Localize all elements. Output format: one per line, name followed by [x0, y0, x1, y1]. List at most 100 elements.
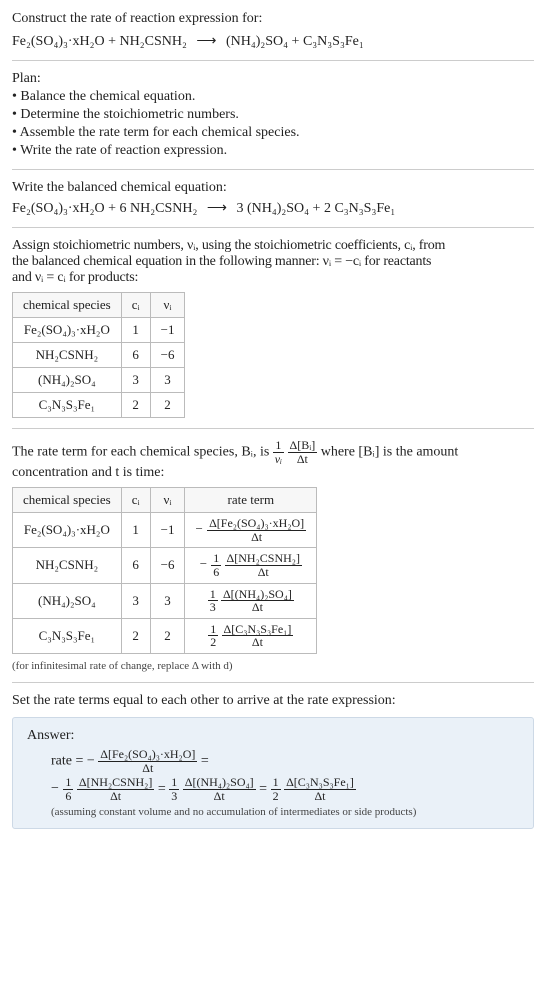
ans-eq1: =: [158, 781, 169, 796]
beq-rhs-pre1: 3: [236, 201, 247, 216]
ueq-rhs1: (NH₄)₂SO₄: [226, 34, 288, 49]
ans-l1-pre: rate = −: [51, 753, 95, 768]
cell-rate: 1 2 Δ[C₃N₃S₃Fe₁] Δt: [185, 618, 317, 653]
frac-den: 3: [169, 790, 179, 803]
cell-rate: − Δ[Fe₂(SO₄)₃·xH₂O] Δt: [185, 513, 317, 548]
ueq-plus1: +: [105, 34, 120, 49]
rate-term-text-1a: The rate term for each chemical species,…: [12, 444, 273, 459]
frac-den: 2: [208, 636, 218, 649]
arrow-icon: ⟶: [196, 33, 216, 50]
divider: [12, 227, 534, 228]
divider: [12, 60, 534, 61]
rate-term-text-2: concentration and t is time:: [12, 465, 534, 481]
beq-plus1: + 6: [105, 201, 130, 216]
frac-num: Δ[NH₂CSNH₂]: [77, 776, 154, 790]
frac-num: Δ[Bᵢ]: [288, 439, 318, 453]
answer-note: (assuming constant volume and no accumul…: [51, 806, 519, 818]
answer-line-2: − 1 6 Δ[NH₂CSNH₂] Δt = 1 3 Δ[(NH₄)₂SO₄] …: [51, 776, 519, 802]
cell-species: C₃N₃S₃Fe₁: [13, 393, 122, 418]
frac-den: Δt: [222, 636, 294, 649]
rate-term-text-1b: where [Bᵢ] is the amount: [321, 444, 459, 459]
frac-num: 1: [211, 552, 221, 566]
coef-frac: 1 3: [208, 588, 218, 614]
cell-vi: −1: [150, 513, 185, 548]
rate-term-frac2: Δ[Bᵢ] Δt: [288, 439, 318, 465]
frac-num: Δ[C₃N₃S₃Fe₁]: [222, 623, 294, 637]
cell-species: Fe₂(SO₄)₃·xH₂O: [13, 318, 122, 343]
table-row: C₃N₃S₃Fe₁ 2 2 1 2 Δ[C₃N₃S₃Fe₁] Δt: [13, 618, 317, 653]
plan-heading: Plan:: [12, 71, 534, 87]
ans-l1-post: =: [201, 753, 209, 768]
beq-lhs2: NH₂CSNH₂: [130, 201, 197, 216]
ueq-plus2: +: [288, 34, 303, 49]
cell-vi: −6: [150, 548, 185, 583]
th-species: chemical species: [13, 293, 122, 318]
rate-frac: Δ[Fe₂(SO₄)₃·xH₂O] Δt: [207, 517, 306, 543]
ans-l2-c2: 1 3: [169, 776, 179, 802]
frac-den: Δt: [225, 566, 302, 579]
arrow-icon: ⟶: [207, 200, 227, 217]
cell-vi: 2: [150, 618, 185, 653]
ans-eq2: =: [259, 781, 270, 796]
answer-box: Answer: rate = − Δ[Fe₂(SO₄)₃·xH₂O] Δt = …: [12, 717, 534, 829]
cell-ci: 3: [121, 583, 150, 618]
frac-num: Δ[(NH₄)₂SO₄]: [183, 776, 256, 790]
cell-vi: 3: [150, 368, 185, 393]
infinitesimal-note: (for infinitesimal rate of change, repla…: [12, 660, 534, 672]
ans-l2-neg: −: [51, 781, 59, 796]
ans-l1-frac: Δ[Fe₂(SO₄)₃·xH₂O] Δt: [98, 748, 197, 774]
cell-ci: 2: [121, 618, 150, 653]
cell-species: C₃N₃S₃Fe₁: [13, 618, 122, 653]
frac-den: Δt: [98, 762, 197, 775]
rate-term-frac1: 1 νᵢ: [273, 439, 284, 465]
rate-term-text-2-span: concentration and t is time:: [12, 465, 164, 480]
assign-text-1: Assign stoichiometric numbers, νᵢ, using…: [12, 238, 534, 254]
cell-ci: 6: [121, 343, 150, 368]
frac-num: Δ[Fe₂(SO₄)₃·xH₂O]: [98, 748, 197, 762]
plan-item: Balance the chemical equation.: [12, 89, 534, 105]
rate-frac: Δ[C₃N₃S₃Fe₁] Δt: [222, 623, 294, 649]
frac-num: 1: [208, 623, 218, 637]
divider: [12, 682, 534, 683]
plan-item: Write the rate of reaction expression.: [12, 143, 534, 159]
frac-num: 1: [271, 776, 281, 790]
assign-section: Assign stoichiometric numbers, νᵢ, using…: [12, 238, 534, 418]
cell-species: NH₂CSNH₂: [13, 343, 122, 368]
ans-l2-f3: Δ[C₃N₃S₃Fe₁] Δt: [284, 776, 356, 802]
balanced-section: Write the balanced chemical equation: Fe…: [12, 180, 534, 217]
cell-vi: −6: [150, 343, 185, 368]
rate-term-section: The rate term for each chemical species,…: [12, 439, 534, 672]
cell-vi: −1: [150, 318, 185, 343]
assign-text-3: and νᵢ = cᵢ for products:: [12, 270, 534, 286]
frac-den: 6: [211, 566, 221, 579]
assign-text-2: the balanced chemical equation in the fo…: [12, 254, 534, 270]
rate-frac: Δ[(NH₄)₂SO₄] Δt: [221, 588, 294, 614]
frac-den: Δt: [207, 531, 306, 544]
stoich-table: chemical species cᵢ νᵢ Fe₂(SO₄)₃·xH₂O 1 …: [12, 292, 185, 418]
prompt-title: Construct the rate of reaction expressio…: [12, 8, 534, 29]
cell-species: (NH₄)₂SO₄: [13, 368, 122, 393]
ans-l2-f1: Δ[NH₂CSNH₂] Δt: [77, 776, 154, 802]
balanced-equation: Fe₂(SO₄)₃·xH₂O + 6 NH₂CSNH₂ ⟶ 3 (NH₄)₂SO…: [12, 200, 534, 217]
frac-den: 6: [63, 790, 73, 803]
th-ci: cᵢ: [121, 488, 150, 513]
plan-section: Plan: Balance the chemical equation. Det…: [12, 71, 534, 159]
answer-label: Answer:: [27, 728, 519, 744]
ueq-lhs2: NH₂CSNH₂: [120, 34, 187, 49]
beq-rhs2: C₃N₃S₃Fe₁: [334, 201, 395, 216]
rate-term-table: chemical species cᵢ νᵢ rate term Fe₂(SO₄…: [12, 487, 317, 654]
beq-rhs1: (NH₄)₂SO₄: [247, 201, 309, 216]
neg-sign: −: [195, 521, 202, 536]
frac-num: 1: [169, 776, 179, 790]
cell-ci: 1: [121, 318, 150, 343]
table-header-row: chemical species cᵢ νᵢ rate term: [13, 488, 317, 513]
table-row: NH₂CSNH₂ 6 −6: [13, 343, 185, 368]
rate-term-line1: The rate term for each chemical species,…: [12, 439, 534, 465]
table-row: Fe₂(SO₄)₃·xH₂O 1 −1 − Δ[Fe₂(SO₄)₃·xH₂O] …: [13, 513, 317, 548]
th-vi: νᵢ: [150, 293, 185, 318]
table-row: Fe₂(SO₄)₃·xH₂O 1 −1: [13, 318, 185, 343]
prompt-section: Construct the rate of reaction expressio…: [12, 8, 534, 50]
divider: [12, 169, 534, 170]
coef-frac: 1 2: [208, 623, 218, 649]
cell-species: NH₂CSNH₂: [13, 548, 122, 583]
